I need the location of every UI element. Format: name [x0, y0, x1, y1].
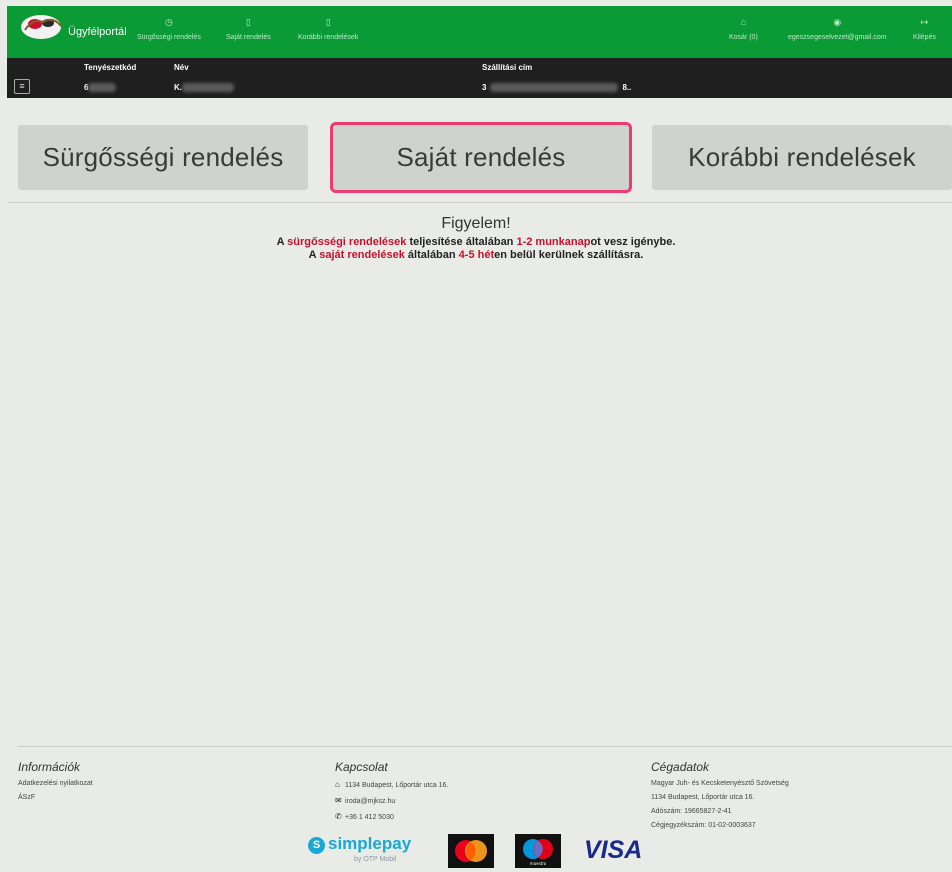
- notice-highlight: 4-5 hét: [458, 249, 495, 261]
- shipping-address-value: 3 8..: [482, 83, 632, 93]
- herd-code-value: 6: [84, 83, 117, 93]
- footer-company-column: Cégadatok Magyar Juh- és Kecsketenyésztő…: [651, 760, 789, 836]
- footer-contact-column: Kapcsolat ⌂ 1134 Budapest, Lőportár utca …: [335, 760, 448, 828]
- phone-icon: ✆: [335, 812, 342, 821]
- footer-company-title: Cégadatok: [651, 760, 710, 774]
- envelope-icon: ✉: [335, 796, 342, 805]
- simplepay-byline: by OTP Mobil: [354, 856, 397, 863]
- footer-contact-title: Kapcsolat: [335, 760, 388, 774]
- herd-code-header: Tenyészetkód: [84, 63, 137, 72]
- notice-box: Figyelem! A sürgősségi rendelések teljes…: [0, 215, 952, 261]
- mastercard-logo-icon: [448, 834, 494, 868]
- cart-label: Kosár (0): [729, 34, 758, 41]
- previous-orders-button[interactable]: Korábbi rendelések: [652, 125, 952, 190]
- notice-highlight: sürgősségi rendelések: [287, 236, 407, 248]
- name-value: K.: [174, 83, 234, 93]
- redacted-block: [182, 83, 234, 93]
- hamburger-icon: ≡: [19, 81, 25, 91]
- contact-phone[interactable]: ✆ +36 1 412 5030: [335, 812, 448, 821]
- top-navbar: Ügyfélportál ◷ Sürgősségi rendelés ▯ Saj…: [7, 6, 952, 58]
- document-icon: ▯: [245, 17, 251, 27]
- nav-item-previous[interactable]: ▯ Korábbi rendelések: [298, 16, 358, 41]
- logout-label: Kilépés: [913, 34, 936, 41]
- notice-line-1: A sürgősségi rendelések teljesítése álta…: [0, 236, 952, 248]
- notice-text: A: [276, 236, 288, 248]
- nav-item-label: Saját rendelés: [226, 34, 271, 41]
- maestro-wordmark: maestro: [530, 861, 547, 866]
- own-order-button[interactable]: Saját rendelés: [333, 125, 629, 190]
- nav-item-label: Korábbi rendelések: [298, 34, 359, 41]
- logo-icon[interactable]: [19, 10, 65, 40]
- redacted-block: [88, 83, 117, 93]
- nav-item-label: Sürgősségi rendelés: [137, 34, 201, 41]
- logout-icon: ↦: [920, 17, 929, 27]
- notice-highlight: saját rendelések: [319, 249, 405, 261]
- user-info-bar: ≡ Tenyészetkód 6 Név K. Szállítási cím 3…: [7, 58, 952, 98]
- company-tax-id: Adószám: 19665827-2-41: [651, 808, 732, 815]
- company-address: 1134 Budapest, Lőportár utca 16.: [651, 794, 755, 801]
- notice-text: ot vesz igénybe.: [590, 236, 676, 248]
- address-start: 3: [482, 83, 487, 92]
- home-icon: ⌂: [335, 780, 340, 789]
- notice-text: általában: [404, 249, 459, 261]
- footer-info-column: Információk Adatkezelési nyilatkozat ÁSz…: [18, 760, 93, 808]
- notice-text: A: [308, 249, 320, 261]
- phone-text: +36 1 412 5030: [345, 814, 394, 821]
- simplepay-wordmark: simplepay: [328, 834, 412, 853]
- clock-icon: ◷: [164, 17, 173, 27]
- simplepay-logo[interactable]: S simplepay by OTP Mobil: [308, 834, 418, 868]
- name-header: Név: [174, 63, 189, 72]
- notice-title: Figyelem!: [441, 215, 511, 232]
- notice-line-2: A saját rendelések általában 4-5 héten b…: [0, 249, 952, 261]
- terms-link[interactable]: ÁSzF: [18, 794, 93, 801]
- contact-email[interactable]: ✉ iroda@mjksz.hu: [335, 796, 448, 805]
- divider: [7, 202, 952, 203]
- basket-icon: ⌂: [740, 17, 747, 27]
- user-email: egeszsegeselvezet@gmail.com: [788, 34, 887, 41]
- nav-item-own[interactable]: ▯ Saját rendelés: [226, 16, 271, 41]
- email-text: iroda@mjksz.hu: [345, 798, 396, 805]
- cart-link[interactable]: ⌂ Kosár (0): [729, 16, 758, 41]
- notice-highlight: 1-2 munkanap: [516, 236, 591, 248]
- redacted-block: [490, 83, 619, 93]
- notice-text: teljesítése általában: [406, 236, 517, 248]
- notice-text: en belül kerülnek szállításra.: [494, 249, 644, 261]
- user-email-link[interactable]: ◉ egeszsegeselvezet@gmail.com: [788, 16, 887, 41]
- shipping-address-header: Szállítási cím: [482, 63, 533, 72]
- name-text: K.: [174, 83, 182, 92]
- user-icon: ◉: [833, 17, 842, 27]
- footer-info-title: Információk: [18, 760, 81, 774]
- company-name: Magyar Juh- és Kecsketenyésztő Szövetség: [651, 780, 789, 787]
- maestro-logo-icon: maestro: [515, 834, 561, 868]
- logout-link[interactable]: ↦ Kilépés: [913, 16, 936, 41]
- visa-logo: VISA: [584, 836, 643, 864]
- company-reg-no: Cégjegyzékszám: 01-02-0003637: [651, 822, 756, 829]
- privacy-link[interactable]: Adatkezelési nyilatkozat: [18, 780, 93, 787]
- address-end: 8..: [622, 83, 632, 92]
- contact-address: ⌂ 1134 Budapest, Lőportár utca 16.: [335, 780, 448, 789]
- urgent-order-button[interactable]: Sürgősségi rendelés: [18, 125, 308, 190]
- document-icon: ▯: [325, 17, 331, 27]
- nav-item-urgent[interactable]: ◷ Sürgősségi rendelés: [137, 16, 201, 41]
- footer-divider: [18, 746, 952, 747]
- address-text: 1134 Budapest, Lőportár utca 16.: [345, 782, 449, 789]
- brand-title[interactable]: Ügyfélportál: [68, 26, 127, 38]
- menu-toggle-button[interactable]: ≡: [14, 79, 30, 94]
- simplepay-icon: S: [308, 837, 325, 854]
